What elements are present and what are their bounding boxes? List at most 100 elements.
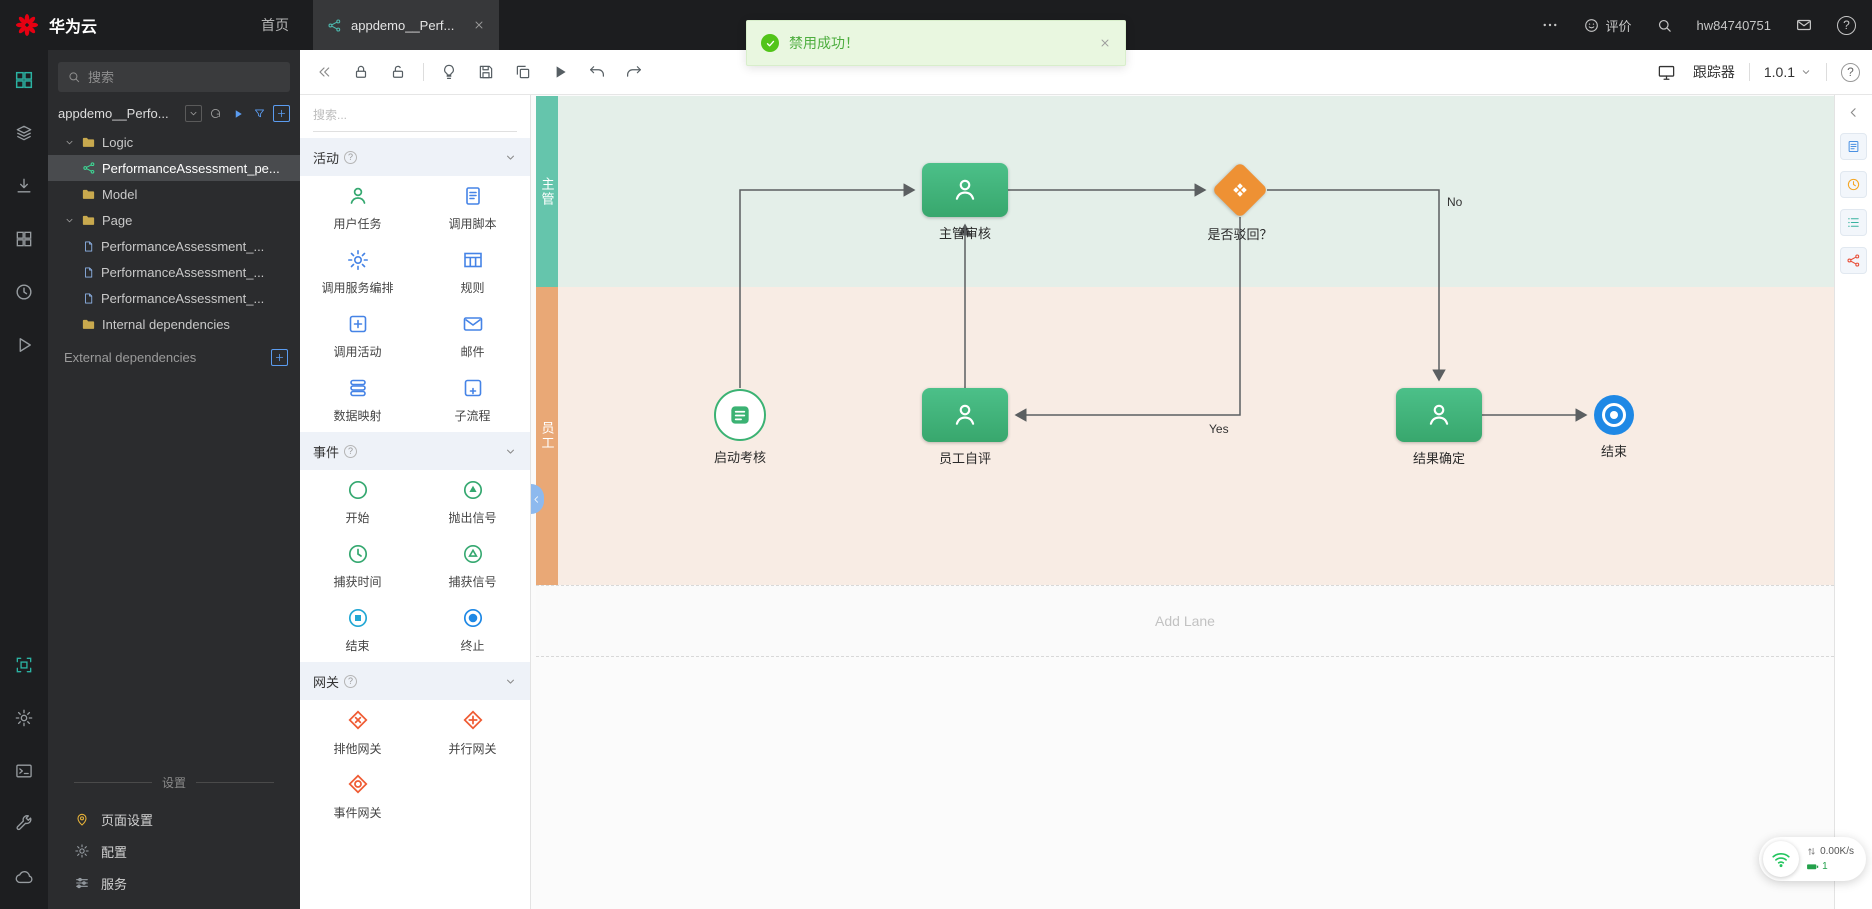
app-tab[interactable]: appdemo__Perf... [313,0,500,50]
palette-item-email[interactable]: 邮件 [415,304,530,368]
version-select[interactable]: 1.0.1 [1764,64,1812,80]
tree-folder-logic[interactable]: Logic [48,129,300,155]
tree-item-page-file[interactable]: PerformanceAssessment_... [48,233,300,259]
save-as-icon[interactable] [511,60,535,84]
palette-item-call-service-orchestration[interactable]: 调用服务编排 [300,240,415,304]
palette-item-terminate[interactable]: 终止 [415,598,530,662]
add-external-dependency-icon[interactable] [271,349,288,366]
palette-item-exclusive-gateway[interactable]: 排他网关 [300,700,415,764]
palette-item-catch-signal[interactable]: 捕获信号 [415,534,530,598]
run-all-icon[interactable] [229,105,246,122]
call-service-orchestration-icon [346,248,370,272]
history-panel-icon[interactable] [1840,171,1867,198]
wifi-icon[interactable] [1763,841,1800,877]
minimap-panel-icon[interactable] [1840,247,1867,274]
tree-item-page-file[interactable]: PerformanceAssessment_... [48,285,300,311]
explorer-search[interactable] [58,62,290,92]
add-resource-icon[interactable] [273,105,290,122]
layers-icon[interactable] [8,117,40,149]
import-icon[interactable] [8,170,40,202]
palette-item-user-task[interactable]: 用户任务 [300,176,415,240]
save-icon[interactable] [474,60,498,84]
node-result-confirm[interactable] [1396,388,1482,442]
help-icon[interactable] [1837,15,1856,35]
console-icon[interactable] [8,755,40,787]
properties-panel-icon[interactable] [1840,133,1867,160]
palette-item-end-event[interactable]: 结束 [300,598,415,662]
settings-gear-icon[interactable] [8,702,40,734]
redo-icon[interactable] [622,60,646,84]
palette-item-rule[interactable]: 规则 [415,240,530,304]
tree-item-page-file[interactable]: PerformanceAssessment_... [48,259,300,285]
tools-icon[interactable] [8,808,40,840]
filter-icon[interactable] [251,105,268,122]
brand[interactable]: 华为云 [0,12,111,38]
toast-close-icon[interactable] [1099,37,1111,49]
palette-item-catch-time[interactable]: 捕获时间 [300,534,415,598]
run-icon[interactable] [548,60,572,84]
history-icon[interactable] [8,276,40,308]
palette-item-data-mapping[interactable]: 数据映射 [300,368,415,432]
toast-message: 禁用成功！ [789,35,859,51]
explorer-search-input[interactable] [88,69,281,85]
hint-bulb-icon[interactable] [437,60,461,84]
search-icon[interactable] [1656,17,1673,34]
outline-panel-icon[interactable] [1840,209,1867,236]
caret-down-icon[interactable] [64,137,75,148]
tree-folder-model[interactable]: Model [48,181,300,207]
services-label: 服务 [101,876,128,892]
caret-down-icon[interactable] [64,215,75,226]
palette-item-call-script[interactable]: 调用脚本 [415,176,530,240]
tab-close-icon[interactable] [473,19,485,31]
palette-item-throw-signal[interactable]: 抛出信号 [415,470,530,534]
tree-item-performance-flow[interactable]: PerformanceAssessment_pe... [48,155,300,181]
search-icon [67,70,81,84]
tracker-label[interactable]: 跟踪器 [1693,62,1735,82]
palette-item-event-gateway[interactable]: 事件网关 [300,764,415,828]
debug-icon[interactable] [8,329,40,361]
huawei-logo-icon [14,12,40,38]
palette-item-parallel-gateway[interactable]: 并行网关 [415,700,530,764]
mail-icon[interactable] [1795,16,1813,34]
services-item[interactable]: 服务 [48,867,300,899]
project-name[interactable]: appdemo__Perfo... [58,106,180,121]
flow-canvas[interactable]: 主管 员工 Add Lane No Yes 启动考核 主管审核 是否驳回？ 员工… [531,95,1834,909]
page-settings-item[interactable]: 页面设置 [48,803,300,835]
node-employee-self-eval[interactable] [922,388,1008,442]
start-event-icon [346,478,370,502]
toolbar-help-icon[interactable] [1841,62,1860,82]
palette-search[interactable] [313,106,517,132]
refresh-icon[interactable] [207,105,224,122]
palette-item-start-event[interactable]: 开始 [300,470,415,534]
node-supervisor-review[interactable] [922,163,1008,217]
unlock-icon[interactable] [386,60,410,84]
collapse-panel-icon[interactable] [312,60,336,84]
project-switch-icon[interactable] [185,105,202,122]
node-end[interactable] [1594,395,1634,435]
preview-icon[interactable] [8,649,40,681]
components-icon[interactable] [8,223,40,255]
person-icon [950,400,980,430]
palette-item-subprocess[interactable]: 子流程 [415,368,530,432]
section-header-gateways[interactable]: 网关 [300,662,530,700]
node-start-assessment[interactable] [714,389,766,441]
palette-item-call-activity[interactable]: 调用活动 [300,304,415,368]
lock-icon[interactable] [349,60,373,84]
info-icon [344,444,358,458]
undo-icon[interactable] [585,60,609,84]
expand-panel-icon[interactable] [1846,105,1861,120]
appcube-logo-icon[interactable] [8,64,40,96]
username-menu[interactable]: hw84740751 [1697,18,1771,33]
section-header-activities[interactable]: 活动 [300,138,530,176]
section-header-events[interactable]: 事件 [300,432,530,470]
home-link[interactable]: 首页 [261,15,289,35]
feedback-button[interactable]: 评价 [1583,16,1632,35]
tree-folder-page[interactable]: Page [48,207,300,233]
configuration-item[interactable]: 配置 [48,835,300,867]
publish-icon[interactable] [8,861,40,893]
tree-folder-internal-dependencies[interactable]: Internal dependencies [48,311,300,337]
palette-search-input[interactable] [313,108,517,122]
file-icon [82,292,95,305]
more-menu-icon[interactable] [1541,16,1559,34]
tracker-monitor-icon[interactable] [1655,60,1679,84]
